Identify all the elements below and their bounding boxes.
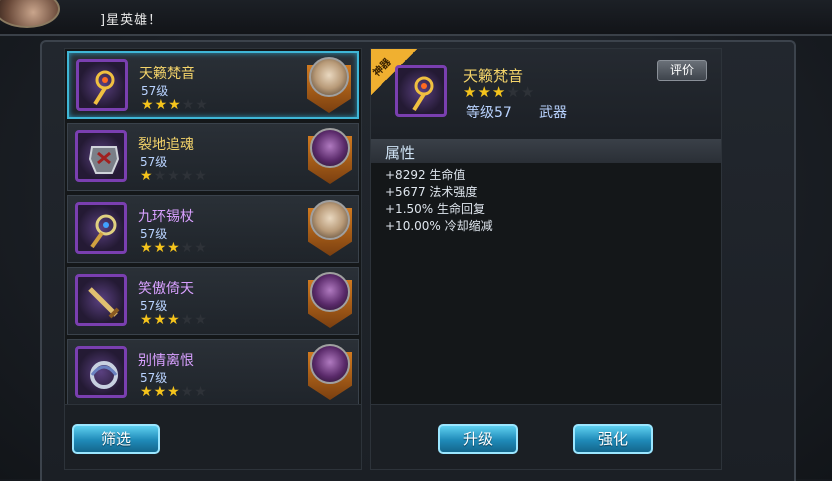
detail-toolbar xyxy=(370,404,722,470)
item-name: 九环锡杖 xyxy=(138,209,194,225)
detail-level: 等级57 xyxy=(466,105,512,121)
attribute-line: +1.50% 生命回复 xyxy=(385,202,485,216)
star-icon: ★ xyxy=(153,240,168,256)
hero-badge[interactable] xyxy=(308,344,352,402)
star-rating: ★★★★★ xyxy=(140,384,208,400)
equipment-list-item[interactable]: 别情离恨 57级 ★★★★★ xyxy=(67,339,359,407)
star-icon: ★ xyxy=(506,83,521,101)
ring-staff-icon xyxy=(75,202,127,254)
item-name: 别情离恨 xyxy=(138,353,194,369)
attribute-line: +5677 法术强度 xyxy=(385,185,478,199)
star-icon: ★ xyxy=(477,83,492,101)
star-icon: ★ xyxy=(180,312,195,328)
rate-button[interactable]: 评价 xyxy=(657,60,707,81)
top-bar: ]星英雄！ xyxy=(0,0,832,36)
attribute-line: +8292 生命值 xyxy=(385,168,466,182)
detail-star-rating: ★★★★★ xyxy=(463,83,535,101)
hero-portrait-icon xyxy=(310,128,350,168)
artifact-tag-label: 神器 xyxy=(371,56,394,79)
item-name: 笑傲倚天 xyxy=(138,281,194,297)
item-name: 天籁梵音 xyxy=(139,66,195,82)
star-icon: ★ xyxy=(154,97,169,113)
equipment-list-item[interactable]: 九环锡杖 57级 ★★★★★ xyxy=(67,195,359,263)
star-icon: ★ xyxy=(168,97,182,113)
star-icon: ★ xyxy=(194,168,208,184)
equipment-list-item[interactable]: 天籁梵音 57级 ★★★★★ xyxy=(67,51,359,119)
hero-portrait-icon xyxy=(310,200,350,240)
star-icon: ★ xyxy=(141,97,155,113)
equipment-list-item[interactable]: 笑傲倚天 57级 ★★★★★ xyxy=(67,267,359,335)
star-icon: ★ xyxy=(140,384,154,400)
star-rating: ★★★★★ xyxy=(140,168,208,184)
detail-header: 神器 天籁梵音 ★★★★★ 等级57 武器 评价 xyxy=(371,49,721,139)
star-icon: ★ xyxy=(491,83,507,101)
blade-ring-icon xyxy=(75,346,127,398)
star-rating: ★★★★★ xyxy=(141,97,209,113)
sword-icon xyxy=(75,274,127,326)
star-icon: ★ xyxy=(194,312,208,328)
attributes-title: 属性 xyxy=(385,144,416,162)
star-icon: ★ xyxy=(167,168,181,184)
star-icon: ★ xyxy=(181,97,196,113)
star-icon: ★ xyxy=(140,240,154,256)
star-icon: ★ xyxy=(180,384,195,400)
hero-badge[interactable] xyxy=(308,128,352,186)
star-icon: ★ xyxy=(180,168,195,184)
star-icon: ★ xyxy=(194,384,208,400)
star-icon: ★ xyxy=(194,240,208,256)
star-icon: ★ xyxy=(180,240,195,256)
hero-badge[interactable] xyxy=(307,57,351,115)
top-message: ]星英雄！ xyxy=(100,13,163,28)
item-name: 裂地追魂 xyxy=(138,137,194,153)
star-icon: ★ xyxy=(520,83,536,101)
star-rating: ★★★★★ xyxy=(140,312,208,328)
golden-staff-icon xyxy=(395,65,447,117)
hero-portrait-icon xyxy=(310,344,350,384)
enhance-button[interactable]: 强化 xyxy=(573,424,653,454)
hero-badge[interactable] xyxy=(308,272,352,330)
star-icon: ★ xyxy=(153,384,168,400)
star-icon: ★ xyxy=(153,312,168,328)
star-icon: ★ xyxy=(140,168,154,184)
attributes-list: +8292 生命值 +5677 法术强度 +1.50% 生命回复 +10.00%… xyxy=(385,167,493,235)
attributes-header: 属性 xyxy=(371,139,721,163)
attribute-line: +10.00% 冷却缩减 xyxy=(385,219,493,233)
detail-type: 武器 xyxy=(539,105,567,121)
hero-badge[interactable] xyxy=(308,200,352,258)
armor-icon xyxy=(75,130,127,182)
star-icon: ★ xyxy=(153,168,168,184)
star-icon: ★ xyxy=(167,312,181,328)
star-rating: ★★★★★ xyxy=(140,240,208,256)
equipment-detail: 神器 天籁梵音 ★★★★★ 等级57 武器 评价 属性 +8292 生命值 +5… xyxy=(370,48,722,406)
filter-button[interactable]: 筛选 xyxy=(72,424,160,454)
star-icon: ★ xyxy=(140,312,154,328)
player-avatar[interactable] xyxy=(0,0,60,28)
hero-portrait-icon xyxy=(310,272,350,312)
equipment-list: 天籁梵音 57级 ★★★★★ 裂地追魂 57级 ★★★★★ 九环锡杖 57级 ★★★★★ 笑傲倚天… xyxy=(64,48,362,407)
hero-portrait-icon xyxy=(309,57,349,97)
star-icon: ★ xyxy=(195,97,209,113)
star-icon: ★ xyxy=(167,384,181,400)
equipment-list-item[interactable]: 裂地追魂 57级 ★★★★★ xyxy=(67,123,359,191)
upgrade-button[interactable]: 升级 xyxy=(438,424,518,454)
star-icon: ★ xyxy=(167,240,181,256)
star-icon: ★ xyxy=(463,83,478,101)
golden-staff-icon xyxy=(76,59,128,111)
